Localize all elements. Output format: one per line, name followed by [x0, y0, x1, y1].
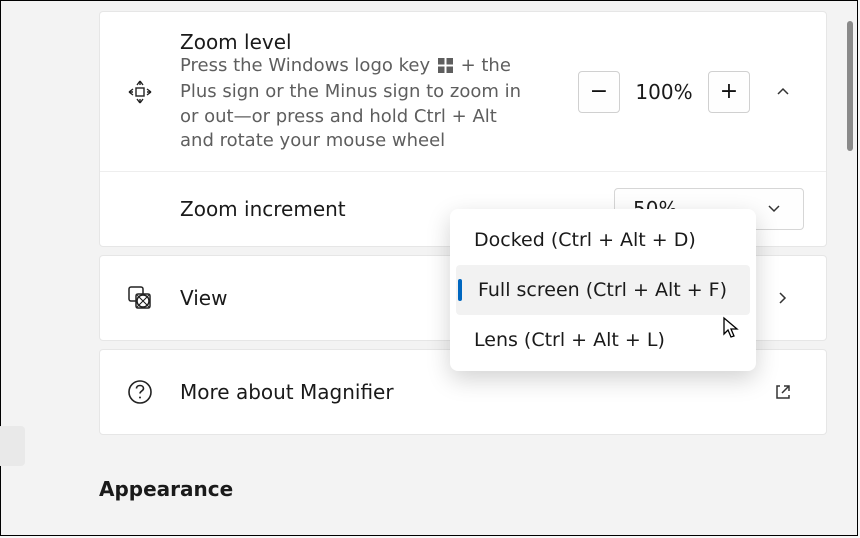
zoom-in-button[interactable]: +: [708, 71, 750, 113]
windows-logo-icon: [438, 56, 453, 80]
chevron-up-icon: [775, 84, 791, 100]
collapse-toggle[interactable]: [762, 84, 804, 100]
more-magnifier-title: More about Magnifier: [180, 380, 756, 404]
chevron-right-icon: [775, 290, 791, 306]
view-options-menu: Docked (Ctrl + Alt + D) Full screen (Ctr…: [450, 209, 756, 371]
zoom-level-row[interactable]: Zoom level Press the Windows logo key + …: [100, 12, 826, 171]
zoom-icon: [122, 78, 158, 106]
zoom-value: 100%: [634, 80, 694, 104]
plus-icon: +: [720, 79, 738, 104]
view-option-docked[interactable]: Docked (Ctrl + Alt + D): [456, 215, 750, 265]
zoom-level-title: Zoom level: [180, 30, 578, 54]
zoom-controls: − 100% +: [578, 71, 750, 113]
view-expand[interactable]: [762, 290, 804, 306]
view-icon: [122, 284, 158, 312]
external-link-icon: [774, 383, 792, 401]
sidebar-edge: [0, 426, 25, 466]
zoom-level-desc: Press the Windows logo key + the Plus si…: [180, 54, 530, 153]
appearance-heading: Appearance: [99, 477, 827, 501]
zoom-out-button[interactable]: −: [578, 71, 620, 113]
help-icon: [122, 379, 158, 405]
settings-page: Zoom level Press the Windows logo key + …: [0, 0, 858, 536]
minus-icon: −: [590, 79, 608, 104]
view-option-fullscreen[interactable]: Full screen (Ctrl + Alt + F): [456, 265, 750, 315]
chevron-down-icon: [767, 202, 781, 216]
external-link[interactable]: [762, 383, 804, 401]
scrollbar[interactable]: [847, 21, 853, 151]
view-option-lens[interactable]: Lens (Ctrl + Alt + L): [456, 315, 750, 365]
